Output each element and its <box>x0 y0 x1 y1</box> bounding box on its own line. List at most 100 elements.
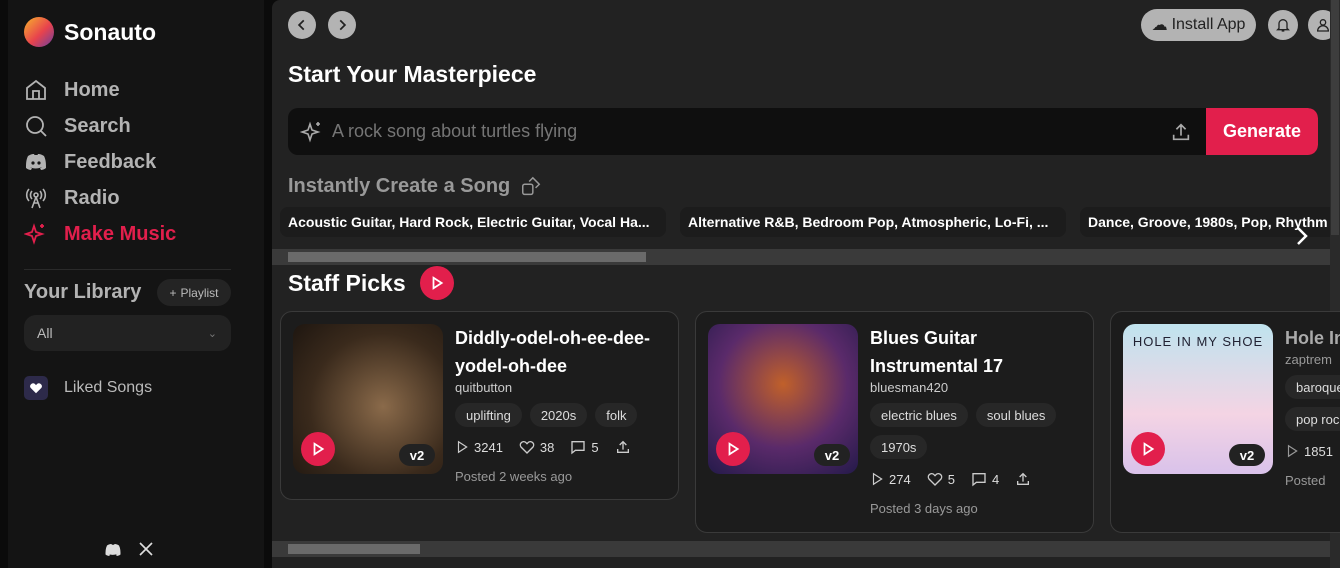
play-outline-icon <box>1287 444 1298 458</box>
liked-songs-label: Liked Songs <box>64 379 153 396</box>
chips-scrollbar[interactable] <box>272 249 1330 265</box>
sparkle-icon <box>300 120 321 143</box>
bell-icon <box>1276 19 1290 32</box>
posted-time: Posted 2 weeks ago <box>455 469 573 484</box>
tag[interactable]: folk <box>595 403 638 427</box>
forward-button[interactable] <box>328 11 356 39</box>
tag[interactable]: electric blues <box>870 403 968 427</box>
play-outline-icon <box>457 440 468 454</box>
nav: Home Search Feedback Radio Make Music <box>24 72 176 252</box>
comments-value: 4 <box>991 471 1000 487</box>
song-card[interactable]: v2 Diddly-odel-oh-ee-dee-yodel-oh-dee qu… <box>280 311 679 500</box>
prompt-input[interactable] <box>324 121 1170 142</box>
artwork-text: HOLE IN MY SHOE <box>1132 334 1264 349</box>
preset-chip[interactable]: Acoustic Guitar, Hard Rock, Electric Gui… <box>280 207 666 237</box>
song-artwork: v2 <box>708 324 858 474</box>
version-badge: v2 <box>399 444 435 466</box>
page-title: Start Your Masterpiece <box>288 61 537 87</box>
song-author[interactable]: quitbutton <box>455 380 670 395</box>
plays-value: 274 <box>889 471 911 487</box>
sparkle-icon <box>24 223 45 245</box>
play-count: 274 <box>870 472 911 487</box>
chips-next-button[interactable] <box>1290 224 1314 248</box>
add-playlist-button[interactable]: + Playlist <box>157 279 231 306</box>
dice-icon[interactable] <box>520 176 542 198</box>
generate-button[interactable]: Generate <box>1206 108 1318 155</box>
search-icon <box>26 116 47 137</box>
play-count: 1851 <box>1285 444 1333 459</box>
back-button[interactable] <box>288 11 316 39</box>
song-author[interactable]: bluesman420 <box>870 380 1085 395</box>
discord-icon[interactable] <box>104 541 122 559</box>
song-artwork: HOLE IN MY SHOE v2 <box>1123 324 1273 474</box>
play-count: 3241 <box>455 440 503 455</box>
home-icon <box>26 79 46 100</box>
likes-value: 5 <box>947 471 955 487</box>
song-title[interactable]: Diddly-odel-oh-ee-dee-yodel-oh-dee <box>455 324 670 380</box>
likes-value: 38 <box>539 439 555 455</box>
song-card[interactable]: HOLE IN MY SHOE v2 Hole In My Shoe Demo … <box>1110 311 1340 533</box>
radio-icon <box>25 188 47 209</box>
staff-picks-heading: Staff Picks <box>288 266 454 300</box>
notifications-button[interactable] <box>1268 10 1298 40</box>
tag[interactable]: 2020s <box>529 403 588 427</box>
sidebar-item-search[interactable]: Search <box>24 108 176 144</box>
discord-icon <box>26 154 46 170</box>
share-icon[interactable] <box>1015 471 1031 487</box>
x-icon[interactable] <box>138 541 154 557</box>
comments-button[interactable]: 4 <box>971 471 999 487</box>
comments-value: 5 <box>591 439 599 455</box>
like-button[interactable]: 5 <box>927 471 955 487</box>
share-icon[interactable] <box>615 439 631 455</box>
play-button[interactable] <box>301 432 335 466</box>
play-staff-picks-button[interactable] <box>419 266 454 300</box>
sidebar-item-make-music[interactable]: Make Music <box>24 216 176 252</box>
sidebar-item-label: Make Music <box>64 222 177 245</box>
play-icon <box>1143 442 1155 456</box>
preset-chips: Acoustic Guitar, Hard Rock, Electric Gui… <box>280 207 1340 237</box>
divider <box>24 269 231 270</box>
song-author[interactable]: zaptrem <box>1285 352 1340 367</box>
upload-icon[interactable] <box>1170 121 1192 143</box>
library-filter-select[interactable]: All ⌄ <box>24 315 231 351</box>
song-title[interactable]: Hole In My Shoe Demo <box>1285 324 1340 352</box>
song-artwork: v2 <box>293 324 443 474</box>
instant-create-title: Instantly Create a Song <box>288 175 511 197</box>
version-badge: v2 <box>814 444 850 466</box>
play-button[interactable] <box>1131 432 1165 466</box>
chevron-right-icon <box>339 19 347 31</box>
preset-chip[interactable]: Alternative R&B, Bedroom Pop, Atmospheri… <box>680 207 1066 237</box>
sidebar-item-feedback[interactable]: Feedback <box>24 144 176 180</box>
comments-button[interactable]: 5 <box>570 439 599 455</box>
instant-create-heading: Instantly Create a Song <box>288 175 542 198</box>
heart-icon <box>24 376 48 400</box>
like-button[interactable]: 38 <box>519 439 554 455</box>
library-title: Your Library <box>24 281 142 303</box>
logo[interactable]: Sonauto <box>24 17 156 47</box>
liked-songs[interactable]: Liked Songs <box>24 376 152 400</box>
play-icon <box>313 442 325 456</box>
sidebar-item-label: Feedback <box>64 150 157 173</box>
posted-time: Posted 3 days ago <box>870 501 978 516</box>
cloud-download-icon: ☁ <box>1151 17 1168 34</box>
play-icon <box>432 276 443 290</box>
song-title[interactable]: Blues Guitar Instrumental 17 <box>870 324 1085 380</box>
tag[interactable]: soul blues <box>975 403 1057 427</box>
chevron-down-icon: ⌄ <box>207 327 217 340</box>
install-app-button[interactable]: ☁ Install App <box>1141 9 1256 41</box>
sidebar-item-radio[interactable]: Radio <box>24 180 176 216</box>
user-icon <box>1316 19 1330 32</box>
sidebar-item-home[interactable]: Home <box>24 72 176 108</box>
cards-scrollbar[interactable] <box>272 541 1330 557</box>
sonauto-logo-icon <box>24 17 54 47</box>
sidebar-item-label: Radio <box>64 186 120 209</box>
play-button[interactable] <box>716 432 750 466</box>
tag[interactable]: uplifting <box>455 403 522 427</box>
comment-icon <box>571 441 586 455</box>
tag[interactable]: pop rock <box>1285 407 1340 431</box>
chevron-left-icon <box>297 19 305 31</box>
tag[interactable]: 1970s <box>870 435 928 459</box>
playlist-label: Playlist <box>180 285 219 300</box>
tag[interactable]: baroque <box>1285 375 1340 399</box>
song-card[interactable]: v2 Blues Guitar Instrumental 17 bluesman… <box>695 311 1094 533</box>
